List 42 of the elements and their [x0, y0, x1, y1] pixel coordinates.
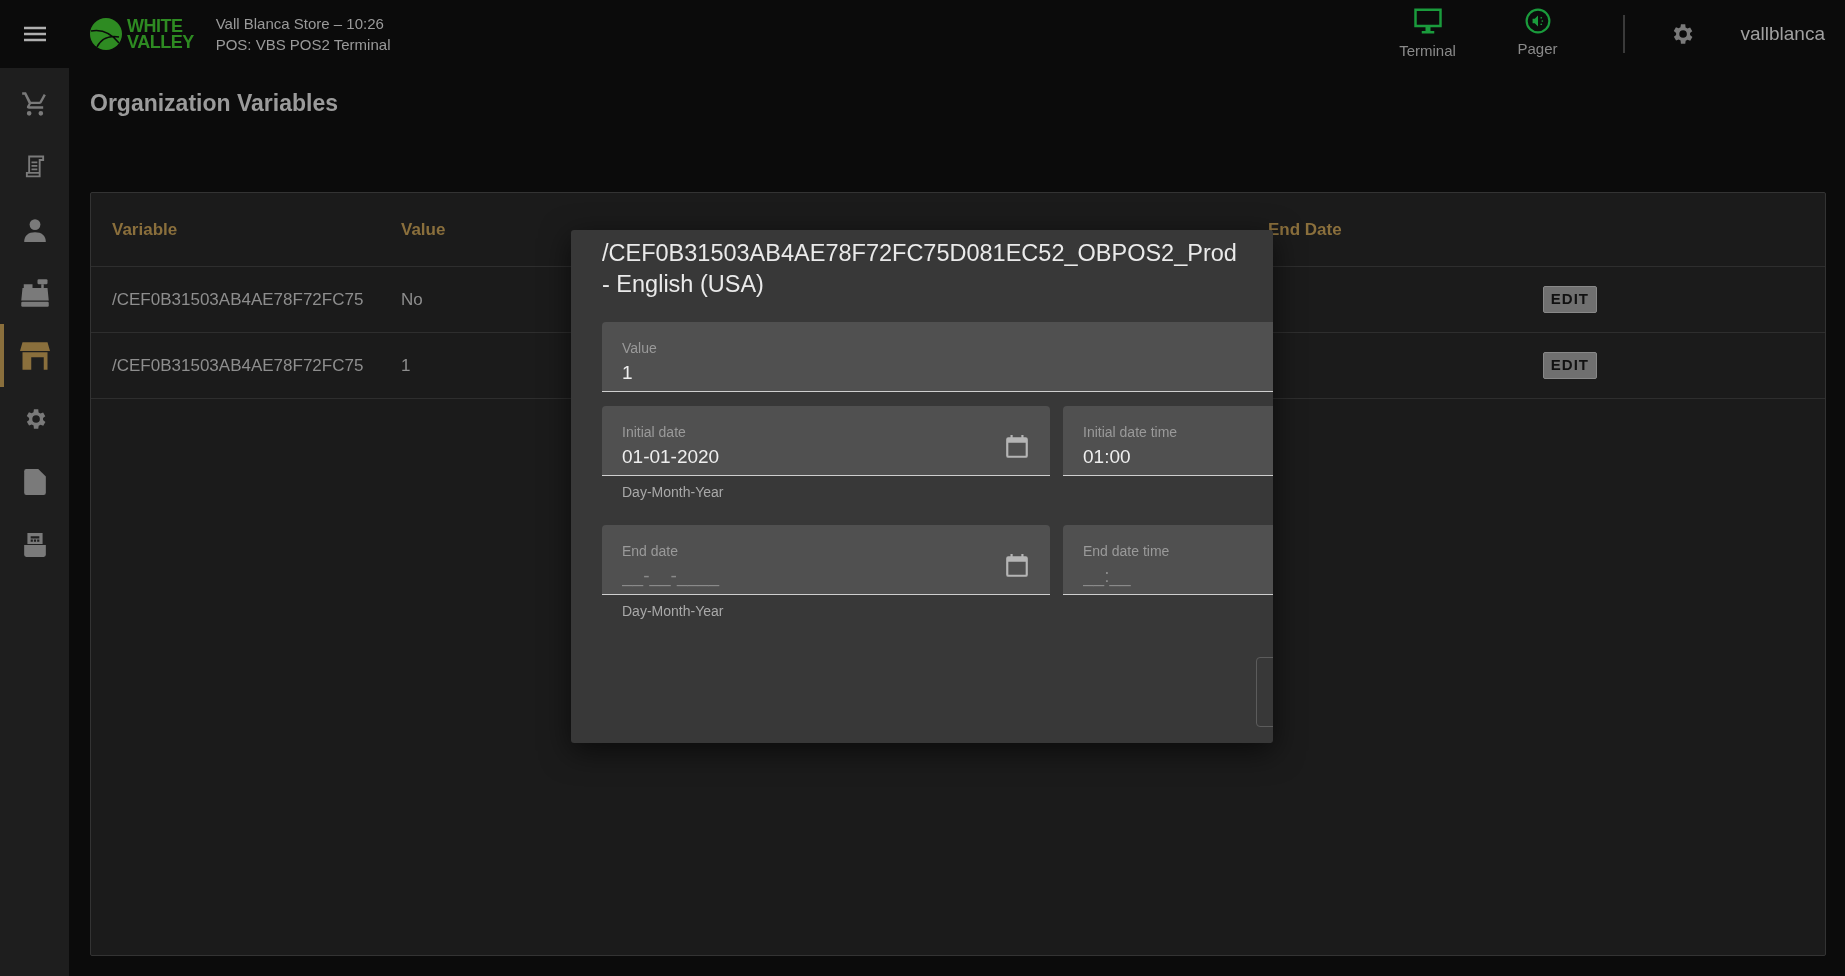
helper-text: Day-Month-Year	[622, 602, 725, 621]
column-header: Value	[401, 219, 446, 239]
field-label: End date time	[1083, 541, 1171, 561]
table-cell: /CEF0B31503AB4AE78F72FC75	[112, 289, 364, 309]
field-label: Initial date	[622, 422, 687, 442]
terminal-name: POS: VBS POS2 Terminal	[215, 35, 391, 55]
dialog-title: - English (USA)	[602, 270, 765, 299]
input-field[interactable]: __-__-____	[622, 561, 1004, 591]
logo: WHITE VALLEY	[89, 17, 194, 51]
speaker-icon	[1524, 7, 1551, 34]
document-icon	[22, 468, 47, 495]
input-field[interactable]: 01-01-2020	[622, 442, 1004, 472]
terminal-button[interactable]: Terminal	[1372, 5, 1483, 63]
person-icon	[21, 216, 48, 243]
input-field[interactable]: __:__	[1083, 561, 1273, 591]
field-label: End date	[622, 541, 680, 561]
printer-icon	[21, 531, 48, 558]
cart-icon	[20, 89, 49, 118]
table-cell: /CEF0B31503AB4AE78F72FC75	[112, 355, 364, 375]
user-name[interactable]: vallblanca	[1740, 19, 1825, 49]
helper-text: Day-Month-Year	[622, 483, 725, 502]
value-field[interactable]: Value 1	[602, 322, 1273, 392]
cash-register-icon	[19, 278, 50, 307]
input-field[interactable]: 01:00	[1083, 442, 1273, 472]
edit-button[interactable]: EDIT	[1542, 286, 1597, 313]
calendar-icon[interactable]	[1004, 433, 1030, 460]
calendar-icon[interactable]	[1004, 552, 1030, 579]
table-cell: 1	[401, 355, 411, 375]
store-icon	[19, 341, 50, 370]
store-name: Vall Blanca Store – 10:26	[215, 14, 385, 34]
table-cell: No	[401, 289, 423, 309]
menu-icon	[23, 26, 46, 42]
date-field[interactable]: Initial date 01-01-2020	[602, 406, 1050, 476]
input-field[interactable]: 1	[622, 358, 1273, 388]
field-label: Value	[622, 338, 658, 358]
edit-button[interactable]: EDIT	[1542, 352, 1597, 379]
column-header: Variable	[112, 219, 178, 239]
pager-button[interactable]: Pager	[1482, 7, 1593, 61]
field-label: Initial date time	[1083, 422, 1179, 442]
page-title: Organization Variables	[90, 90, 338, 116]
time-field[interactable]: Initial date time 01:00	[1063, 406, 1273, 476]
dialog-title: /CEF0B31503AB4AE78F72FC75D081EC52_OBPOS2_Prod	[602, 239, 1238, 268]
